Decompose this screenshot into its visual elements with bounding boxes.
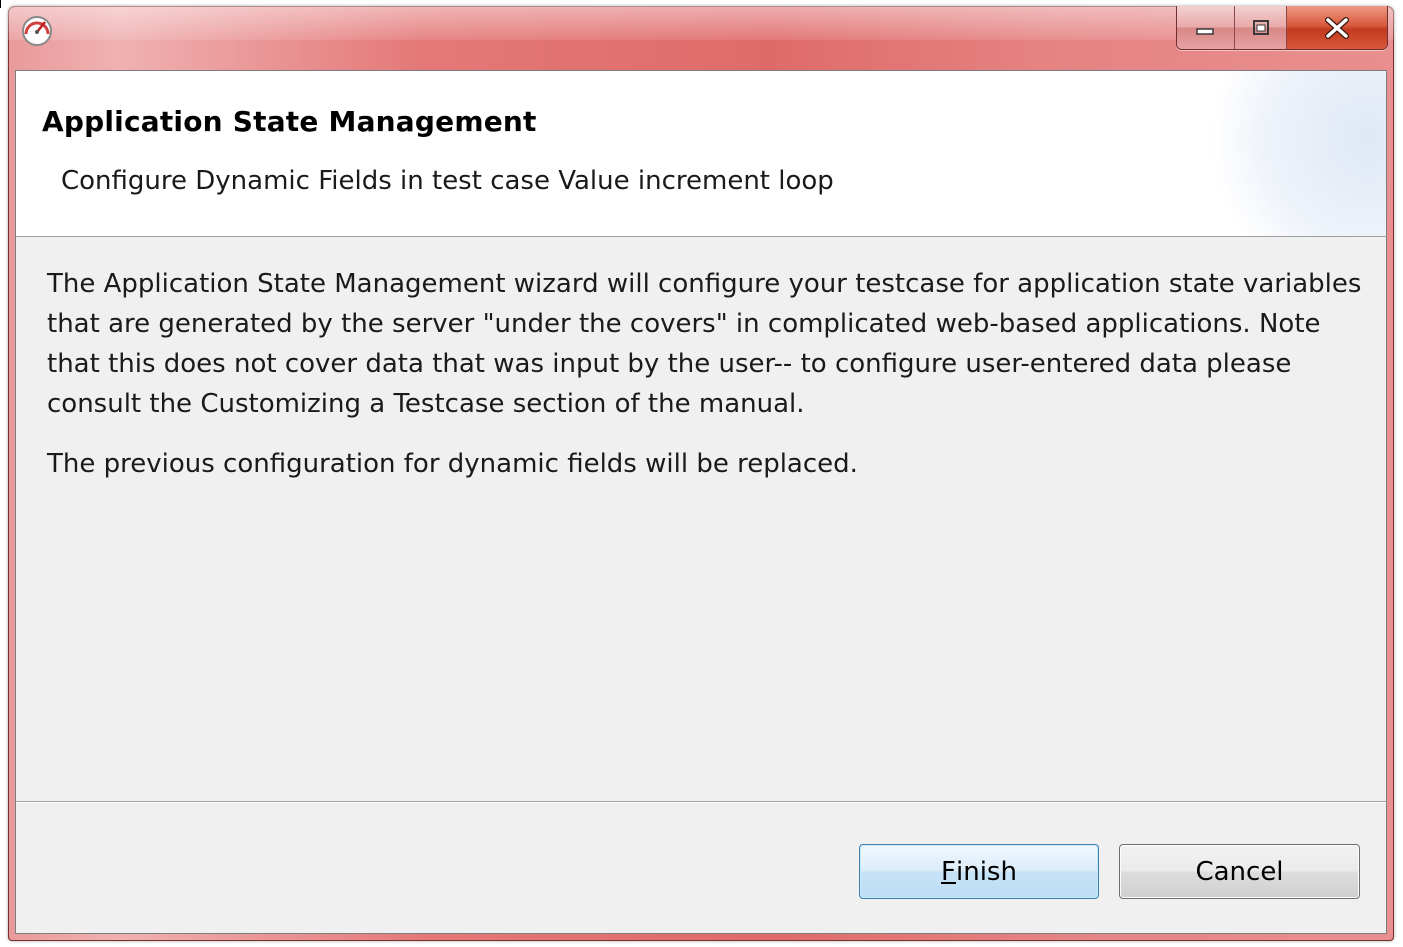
minimize-button[interactable] [1177,6,1235,49]
description-paragraph: The previous configuration for dynamic f… [47,449,858,479]
finish-mnemonic: F [941,856,956,887]
dialog-window: Application State Management Configure D… [8,6,1394,941]
dialog-client-area: Application State Management Configure D… [15,70,1387,934]
description-paragraph: The Application State Management wizard … [47,269,1362,419]
finish-button[interactable]: Finish [859,844,1099,899]
app-gauge-icon [22,16,52,46]
wizard-description: The Application State Management wizard … [47,264,1367,504]
close-button[interactable] [1287,6,1387,49]
minimize-icon [1195,27,1214,35]
button-bar-separator [16,801,1386,803]
cursor-mark [0,0,1,8]
maximize-button[interactable] [1235,6,1287,49]
close-icon [1325,16,1349,39]
cancel-button[interactable]: Cancel [1119,844,1360,899]
finish-label: inish [956,856,1017,887]
header-banner-graphic [1186,71,1386,236]
window-controls [1176,6,1388,50]
wizard-header: Application State Management Configure D… [16,71,1386,237]
wizard-title: Application State Management [42,105,537,138]
maximize-icon [1252,19,1269,35]
wizard-subtitle: Configure Dynamic Fields in test case Va… [61,166,834,196]
